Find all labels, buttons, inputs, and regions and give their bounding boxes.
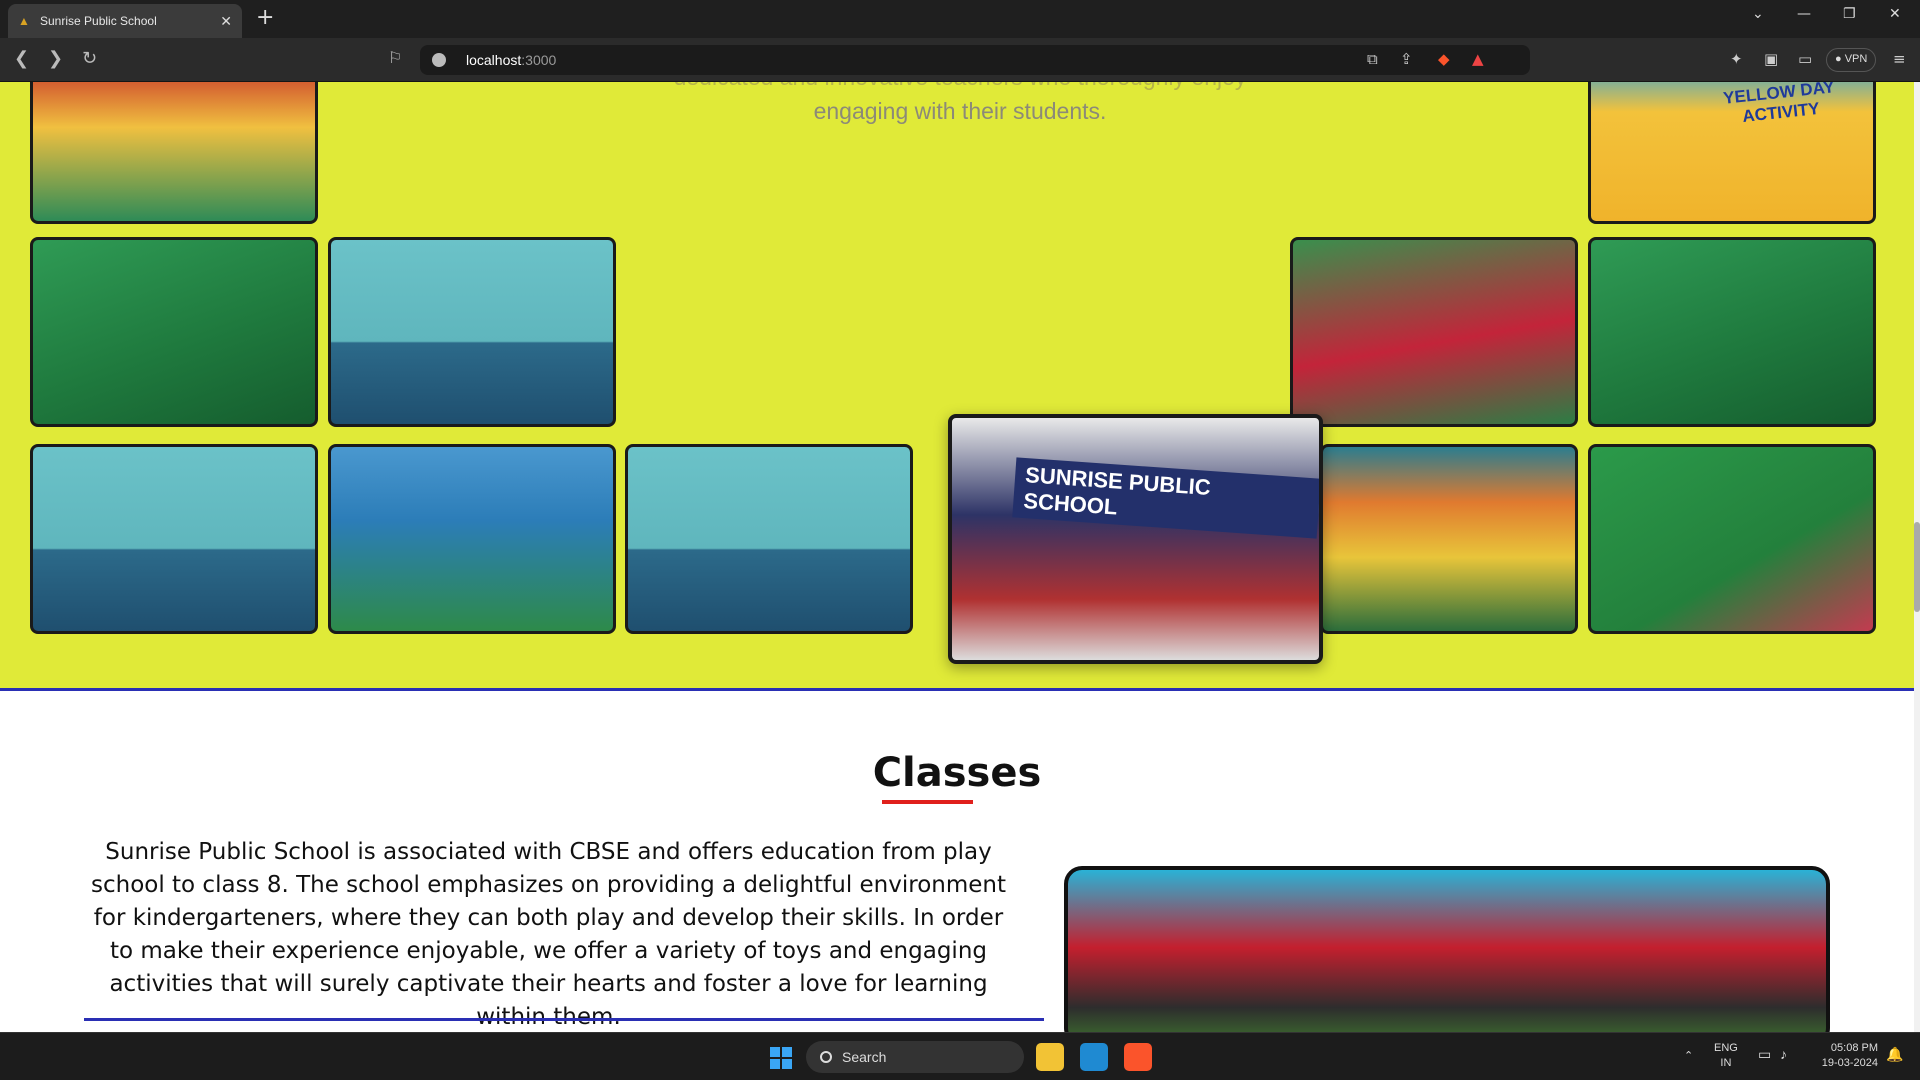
browser-tab-bar: ▲ Sunrise Public School ✕ + ⌄ — ❐ ✕ [0, 0, 1920, 38]
gallery-section: dedicated and innovative teachers who th… [0, 82, 1914, 691]
gallery-photo-alphabet[interactable] [625, 444, 913, 634]
volume-icon[interactable]: ♪ [1780, 1047, 1787, 1062]
vscode-icon[interactable] [1080, 1043, 1108, 1071]
minimize-icon[interactable]: — [1797, 6, 1811, 22]
reload-icon[interactable]: ↻ [82, 48, 97, 69]
window-close-icon[interactable]: ✕ [1889, 6, 1901, 22]
vpn-label: VPN [1844, 53, 1868, 65]
share-icon[interactable]: ⇪ [1400, 50, 1413, 68]
gallery-photo-letters[interactable] [328, 237, 616, 427]
heading-underline [882, 800, 973, 804]
gallery-photo-classroom[interactable] [1320, 444, 1578, 634]
search-icon [820, 1051, 832, 1063]
menu-icon[interactable]: ≡ [1893, 50, 1906, 68]
clock-date: 19-03-2024 [1821, 1057, 1878, 1069]
wallet-icon[interactable]: ▭ [1798, 50, 1812, 68]
tab-list-icon[interactable]: ⌄ [1752, 6, 1764, 22]
classes-heading: Classes [872, 750, 1042, 796]
tab-close-icon[interactable]: ✕ [220, 13, 232, 30]
tab-title: Sunrise Public School [40, 14, 157, 28]
gallery-intro-text: dedicated and innovative teachers who th… [560, 82, 1360, 128]
gallery-photo-speech[interactable] [30, 444, 318, 634]
gallery-photo-red-day[interactable] [1290, 237, 1578, 427]
clock[interactable]: 05:08 PM 19-03-2024 [1812, 1041, 1878, 1071]
bookmark-icon[interactable]: ⚐ [388, 48, 402, 67]
gallery-photo-christmas[interactable] [30, 82, 318, 224]
tray-overflow-icon[interactable]: ⌃ [1684, 1049, 1693, 1064]
new-tab-button[interactable]: + [256, 6, 274, 30]
language-indicator[interactable]: ENG IN [1714, 1041, 1738, 1071]
section-divider [84, 1018, 1044, 1021]
site-info-icon[interactable] [432, 53, 446, 67]
file-explorer-icon[interactable] [1036, 1043, 1064, 1071]
gallery-photo-independence-day[interactable]: SUNRISE PUBLIC SCHOOL [948, 414, 1323, 664]
brave-browser-icon[interactable] [1124, 1043, 1152, 1071]
notification-bell-icon[interactable]: 🔔 [1886, 1047, 1903, 1062]
school-banner: SUNRISE PUBLIC SCHOOL [1012, 457, 1319, 539]
forward-icon[interactable]: ❯ [48, 48, 63, 69]
classes-photo [1064, 866, 1830, 1032]
restore-icon[interactable]: ❐ [1843, 6, 1856, 22]
scrollbar[interactable] [1914, 82, 1920, 1032]
taskbar: Search ⌃ ENG IN ▭ ♪ 05:08 PM 19-03-2024 … [0, 1032, 1920, 1080]
network-icon[interactable]: ▭ [1758, 1047, 1771, 1062]
gallery-photo-yellow-day[interactable]: YELLOW DAY ACTIVITY [1588, 82, 1876, 224]
sidebar-icon[interactable]: ▣ [1764, 50, 1778, 68]
browser-tab[interactable]: ▲ Sunrise Public School ✕ [8, 4, 242, 38]
vpn-button[interactable]: ● VPN [1826, 48, 1877, 72]
taskbar-search[interactable]: Search [806, 1041, 1024, 1073]
search-label: Search [842, 1049, 887, 1065]
lang-top: ENG [1714, 1042, 1738, 1054]
yellow-day-sign: YELLOW DAY ACTIVITY [1722, 82, 1836, 126]
lang-bottom: IN [1720, 1057, 1732, 1069]
intro-line-2: engaging with their students. [813, 98, 1107, 124]
url-port: :3000 [521, 52, 557, 68]
brave-rewards-icon[interactable]: ▲ [1472, 50, 1484, 68]
extensions-icon[interactable]: ✦ [1730, 50, 1743, 68]
school-favicon-icon: ▲ [18, 14, 30, 28]
browser-toolbar: ❮ ❯ ↻ ⚐ localhost :3000 ⧉ ⇪ ◆ ▲ ✦ ▣ ▭ ● … [0, 38, 1920, 82]
gallery-photo-exercise[interactable] [30, 237, 318, 427]
gallery-photo-assembly[interactable] [328, 444, 616, 634]
intro-line-1: dedicated and innovative teachers who th… [560, 82, 1360, 94]
url-host: localhost [466, 52, 522, 68]
page-viewport: dedicated and innovative teachers who th… [0, 82, 1920, 1032]
windows-start-icon[interactable] [770, 1047, 792, 1069]
gallery-photo-stretching[interactable] [1588, 444, 1876, 634]
address-bar[interactable]: localhost :3000 [420, 45, 1530, 75]
classes-description: Sunrise Public School is associated with… [90, 839, 1006, 1030]
open-external-icon[interactable]: ⧉ [1367, 50, 1378, 68]
scrollbar-thumb[interactable] [1914, 522, 1920, 612]
back-icon[interactable]: ❮ [14, 48, 29, 69]
gallery-photo-yoga[interactable] [1588, 237, 1876, 427]
brave-shield-icon[interactable]: ◆ [1438, 50, 1450, 68]
clock-time: 05:08 PM [1830, 1042, 1878, 1054]
